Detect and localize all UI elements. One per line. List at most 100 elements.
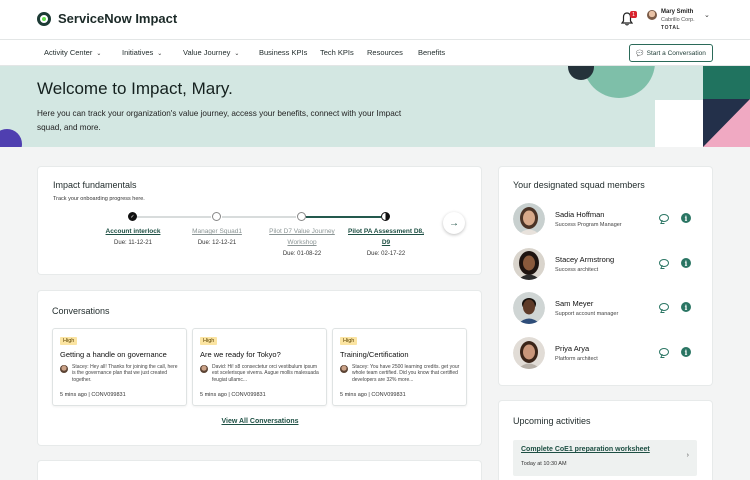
squad-member-name: Priya Arya [555, 344, 590, 353]
nav-item-label: Activity Center [44, 48, 93, 57]
nav-item-label: Initiatives [122, 48, 154, 57]
squad-member-name: Sadia Hoffman [555, 210, 605, 219]
fundamentals-subtitle: Track your onboarding progress here. [53, 196, 145, 202]
progress-connector [222, 216, 296, 218]
step-link-account-interlock[interactable]: Account interlock [93, 226, 173, 237]
chat-icon[interactable] [659, 214, 669, 222]
step-link-value-journey-workshop[interactable]: Pilot D7 Value Journey Workshop [264, 226, 340, 248]
squad-member: Sam Meyer Support account manager i [513, 292, 703, 328]
squad-member-role: Success Program Manager [555, 222, 622, 228]
priority-badge: High [200, 337, 218, 345]
decorative-shape [655, 100, 703, 147]
activity-item[interactable]: Complete CoE1 preparation worksheet Toda… [513, 440, 697, 476]
avatar[interactable] [513, 292, 545, 324]
conversation-card[interactable]: High Getting a handle on governance Stac… [52, 328, 187, 406]
chat-icon[interactable] [659, 348, 669, 356]
nav-item-initiatives[interactable]: Initiatives ⌄ [122, 48, 162, 57]
squad-member-role: Platform architect [555, 356, 598, 362]
start-conversation-button[interactable]: 💬 Start a Conversation [629, 44, 713, 62]
start-conversation-label: Start a Conversation [646, 49, 706, 57]
notification-badge: 1 [630, 11, 637, 18]
conversation-card[interactable]: High Training/Certification Stacey: You … [332, 328, 467, 406]
avatar[interactable] [513, 248, 545, 280]
main-nav: Activity Center ⌄ Initiatives ⌄ Value Jour… [0, 39, 750, 66]
info-icon[interactable]: i [681, 258, 691, 268]
chevron-down-icon: ⌄ [96, 51, 102, 57]
avatar [340, 365, 348, 373]
progress-connector [306, 216, 381, 218]
app-title[interactable]: ServiceNow Impact [58, 11, 177, 26]
info-icon[interactable]: i [681, 302, 691, 312]
user-org: Cabrillo Corp. [661, 17, 695, 23]
fundamentals-card: Impact fundamentals Track your onboardin… [38, 167, 481, 274]
arrow-right-icon: → [449, 217, 459, 229]
conversation-meta: 5 mins ago | CONV099831 [60, 392, 126, 398]
upcoming-card: Upcoming activities Complete CoE1 prepar… [499, 401, 712, 480]
user-name[interactable]: Mary Smith [661, 9, 693, 15]
decorative-shape [703, 66, 750, 99]
chevron-down-icon: ⌄ [234, 51, 240, 57]
nav-item-benefits[interactable]: Benefits [418, 48, 445, 57]
squad-card: Your designated squad members Sadia Hoff… [499, 167, 712, 385]
page-title: Welcome to Impact, Mary. [37, 79, 233, 98]
info-icon[interactable]: i [681, 347, 691, 357]
chevron-down-icon: ⌄ [157, 51, 163, 57]
nav-item-resources[interactable]: Resources [367, 48, 403, 57]
conversation-card[interactable]: High Are we ready for Tokyo? David: Hi! … [192, 328, 327, 406]
nav-item-business-kpis[interactable]: Business KPIs [259, 48, 307, 57]
squad-member-name: Stacey Armstrong [555, 255, 615, 264]
decorative-shape [583, 66, 655, 98]
info-icon[interactable]: i [681, 213, 691, 223]
step-due-date: Due: 02-17-22 [366, 251, 406, 257]
step-complete-icon: ✓ [128, 212, 137, 221]
conversation-title[interactable]: Getting a handle on governance [60, 350, 167, 359]
servicenow-logo-icon[interactable] [37, 12, 51, 26]
user-tier: TOTAL [661, 25, 681, 31]
page-subtitle: Here you can track your organization's v… [37, 109, 402, 132]
view-all-conversations-link[interactable]: View All Conversations [38, 418, 482, 425]
squad-member: Priya Arya Platform architect i [513, 337, 703, 373]
welcome-hero: Welcome to Impact, Mary. Here you can tr… [0, 66, 750, 147]
next-arrow-button[interactable]: → [443, 212, 465, 234]
conversation-snippet: Stacey: Hey all! Thanks for joining the … [72, 364, 178, 383]
activity-link[interactable]: Complete CoE1 preparation worksheet [521, 446, 650, 453]
step-due-date: Due: 12-12-21 [197, 240, 237, 246]
conversation-snippet: Stacey: You have 2500 learning credits. … [352, 364, 460, 383]
priority-badge: High [60, 337, 78, 345]
fundamentals-title: Impact fundamentals [53, 180, 137, 190]
conversation-meta: 5 mins ago | CONV099831 [200, 392, 266, 398]
nav-item-activity-center[interactable]: Activity Center ⌄ [44, 48, 101, 57]
chat-icon[interactable] [659, 259, 669, 267]
conversations-card: Conversations High Getting a handle on g… [38, 291, 481, 445]
activity-time: Today at 10:30 AM [521, 461, 567, 467]
step-due-date: Due: 01-08-22 [282, 251, 322, 257]
avatar[interactable] [647, 10, 657, 20]
step-pending-icon [297, 212, 306, 221]
chat-icon[interactable] [659, 303, 669, 311]
decorative-shape [0, 129, 22, 147]
step-in-progress-icon [381, 212, 390, 221]
conversation-snippet: David: Hi! s8 consectetur orci vestibulu… [212, 364, 319, 383]
step-due-date: Due: 11-12-21 [114, 240, 152, 246]
avatar[interactable] [513, 337, 545, 369]
avatar [60, 365, 68, 373]
avatar[interactable] [513, 203, 545, 235]
priority-badge: High [340, 337, 358, 345]
nav-item-value-journey[interactable]: Value Journey ⌄ [183, 48, 239, 57]
chevron-right-icon[interactable]: › [687, 452, 689, 459]
conversation-title[interactable]: Training/Certification [340, 350, 409, 359]
squad-member-name: Sam Meyer [555, 299, 594, 308]
avatar [200, 365, 208, 373]
step-link-pa-assessment[interactable]: Pilot PA Assessment D8, D9 [348, 226, 424, 248]
conversation-title[interactable]: Are we ready for Tokyo? [200, 350, 281, 359]
squad-member-role: Support account manager [555, 311, 619, 317]
step-link-manager-squad[interactable]: Manager Squad1 [177, 226, 257, 237]
squad-member: Stacey Armstrong Success architect i [513, 248, 703, 284]
squad-member: Sadia Hoffman Success Program Manager i [513, 203, 703, 239]
upcoming-title: Upcoming activities [513, 416, 591, 426]
squad-title: Your designated squad members [513, 180, 645, 190]
chevron-down-icon[interactable]: ⌄ [704, 11, 710, 19]
partial-card [38, 461, 481, 480]
progress-connector [137, 216, 211, 218]
nav-item-tech-kpis[interactable]: Tech KPIs [320, 48, 354, 57]
